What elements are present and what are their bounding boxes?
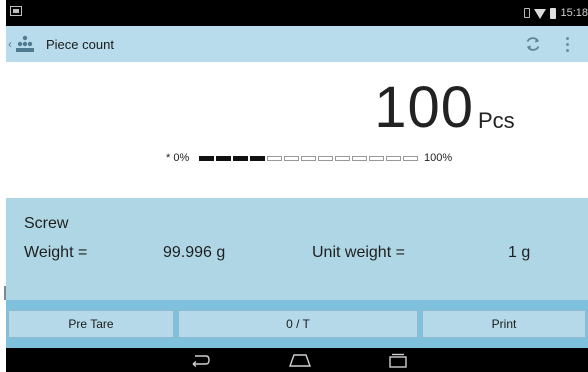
weight-label: Weight =	[24, 244, 88, 261]
unit-weight-value: 1 g	[508, 244, 531, 261]
clock: 15:18	[560, 7, 588, 19]
bargraph-segment	[216, 156, 231, 161]
print-button[interactable]: Print	[422, 310, 586, 338]
weighing-display: 100 Pcs * 0% 100%	[6, 62, 588, 198]
nav-recent-apps-icon[interactable]	[388, 352, 408, 368]
function-key-bar: Pre Tare 0 / T Print	[6, 300, 588, 348]
weight-value: 99.996 g	[163, 244, 226, 261]
bargraph-max-label: 100%	[424, 152, 453, 164]
people-count-icon[interactable]	[15, 34, 35, 54]
bargraph-segment	[199, 156, 214, 161]
piece-count-value: 100	[374, 75, 474, 140]
status-bar: 15:18	[6, 0, 588, 26]
refresh-icon[interactable]	[524, 35, 542, 53]
capacity-bargraph	[199, 156, 418, 161]
pre-tare-button[interactable]: Pre Tare	[8, 310, 174, 338]
bargraph-segment	[386, 156, 401, 161]
item-name: Screw	[24, 215, 69, 232]
item-info-panel: Screw Weight = 99.996 g Unit weight = 1 …	[6, 198, 588, 300]
nav-back-icon[interactable]	[190, 352, 210, 368]
unit-weight-label: Unit weight =	[312, 244, 405, 261]
nav-home-icon[interactable]	[288, 353, 312, 367]
bargraph-segment	[301, 156, 316, 161]
vibrate-icon	[524, 8, 531, 18]
bargraph-segment	[352, 156, 367, 161]
bargraph-segment	[318, 156, 333, 161]
overflow-menu-icon[interactable]	[566, 37, 570, 53]
bargraph-segment	[250, 156, 265, 161]
bargraph-segment	[369, 156, 384, 161]
navigation-bar	[6, 348, 588, 372]
page-title: Piece count	[46, 37, 114, 52]
piece-count-unit: Pcs	[478, 108, 515, 133]
bargraph-segment	[233, 156, 248, 161]
bargraph-segment	[267, 156, 282, 161]
bargraph-segment	[335, 156, 350, 161]
app-bar: ‹ Piece count	[6, 26, 588, 62]
bargraph-min-label: * 0%	[166, 152, 190, 164]
notification-icon	[10, 6, 22, 16]
bargraph-segment	[403, 156, 418, 161]
back-chevron-icon[interactable]: ‹	[8, 38, 12, 50]
wifi-icon	[534, 9, 547, 19]
zero-tare-button[interactable]: 0 / T	[178, 310, 418, 338]
status-icons: 15:18	[524, 5, 588, 21]
battery-icon	[550, 7, 557, 19]
app-frame: 15:18 ‹ Piece count 100 Pcs * 0% 100% Sc…	[6, 0, 588, 372]
bargraph-segment	[284, 156, 299, 161]
